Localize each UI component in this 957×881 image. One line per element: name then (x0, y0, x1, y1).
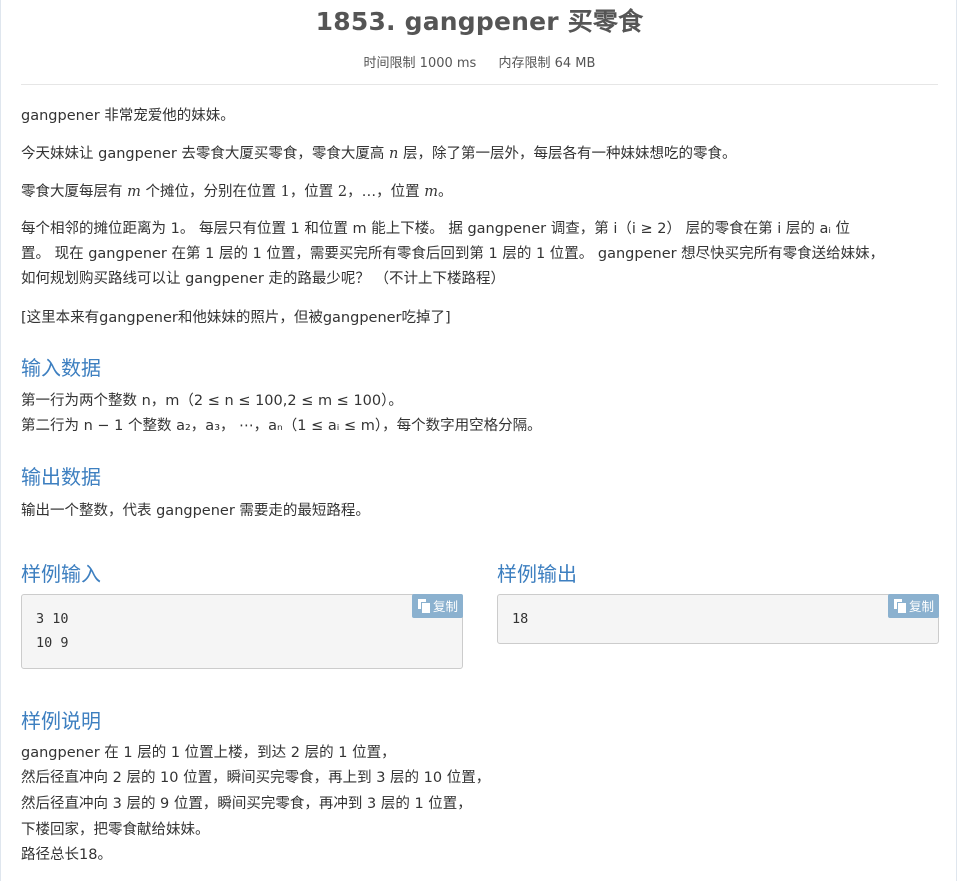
copy-icon (417, 599, 431, 614)
description-text: 层，除了第一层外，每层各有一种妹妹想吃的零食。 (398, 146, 737, 162)
problem-page: 1853. gangpener 买零食 时间限制 1000 ms 内存限制 64… (0, 0, 957, 881)
description-paragraph-4-line-3: 如何规划购买路线可以让 gangpener 走的路最少呢？ （不计上下楼路程） (21, 271, 506, 287)
problem-limits: 时间限制 1000 ms 内存限制 64 MB (1, 52, 957, 71)
copy-icon (893, 599, 907, 614)
description-paragraph-5: [这里本来有gangpener和他妹妹的照片，但被gangpener吃掉了] (21, 310, 451, 326)
description-paragraph-3: 零食大厦每层有 m 个摊位，分别在位置 1，位置 2，…，位置 m。 (21, 182, 453, 202)
description-paragraph-1: gangpener 非常宠爱他的妹妹。 (21, 108, 235, 124)
description-text: 今天妹妹让 gangpener 去零食大厦买零食，零食大厦高 (21, 146, 390, 162)
description-text: ，…，位置 (347, 184, 425, 200)
code-line: 10 9 (36, 635, 69, 651)
description-text: 。 (438, 184, 453, 200)
math-m: m (127, 184, 141, 200)
output-heading: 输出数据 (21, 465, 101, 489)
math-2: 2 (337, 184, 348, 200)
explanation-line: 下楼回家，把零食献给妹妹。 (21, 822, 210, 838)
input-heading: 输入数据 (21, 356, 101, 380)
explanation-line: 路径总长18。 (21, 847, 112, 863)
memory-limit: 内存限制 64 MB (498, 56, 596, 71)
copy-label: 复制 (908, 599, 934, 614)
sample-input-heading: 样例输入 (21, 562, 101, 586)
math-1: 1 (280, 184, 290, 200)
explanation-heading: 样例说明 (21, 709, 101, 733)
description-paragraph-2: 今天妹妹让 gangpener 去零食大厦买零食，零食大厦高 n 层，除了第一层… (21, 144, 736, 164)
code-line: 3 10 (36, 611, 69, 627)
copy-sample-input-button[interactable]: 复制 (411, 594, 463, 618)
explanation-line: 然后径直冲向 2 层的 10 位置，瞬间买完零食，再上到 3 层的 10 位置， (21, 770, 491, 786)
math-n: n (389, 146, 399, 162)
explanation-line: 然后径直冲向 3 层的 9 位置，瞬间买完零食，再冲到 3 层的 1 位置， (21, 796, 472, 812)
input-line-1: 第一行为两个整数 n，m（2 ≤ n ≤ 100,2 ≤ m ≤ 100）。 (21, 393, 403, 409)
output-line-1: 输出一个整数，代表 gangpener 需要走的最短路程。 (21, 503, 370, 519)
description-paragraph-4-line-1: 每个相邻的摊位距离为 1。 每层只有位置 1 和位置 m 能上下楼。 据 gan… (21, 221, 851, 237)
input-line-2: 第二行为 n − 1 个整数 a₂，a₃， ⋯，aₙ（1 ≤ aᵢ ≤ m），每… (21, 418, 542, 434)
sample-input-box[interactable]: 复制 3 10 10 9 (21, 594, 463, 669)
description-text: 零食大厦每层有 (21, 184, 128, 200)
copy-sample-output-button[interactable]: 复制 (887, 594, 939, 618)
sample-output-heading: 样例输出 (497, 562, 577, 586)
description-text: ，位置 (289, 184, 338, 200)
code-line: 18 (512, 611, 529, 627)
description-paragraph-4-line-2: 置。 现在 gangpener 在第 1 层的 1 位置，需要买完所有零食后回到… (21, 246, 885, 262)
sample-output-box[interactable]: 复制 18 (497, 594, 939, 644)
description-text: 个摊位，分别在位置 (140, 184, 281, 200)
problem-title: 1853. gangpener 买零食 (315, 7, 644, 36)
time-limit: 时间限制 1000 ms (363, 56, 477, 71)
divider (21, 84, 938, 85)
math-m: m (424, 184, 439, 200)
copy-label: 复制 (432, 599, 458, 614)
explanation-line: gangpener 在 1 层的 1 位置上楼，到达 2 层的 1 位置， (21, 745, 396, 761)
